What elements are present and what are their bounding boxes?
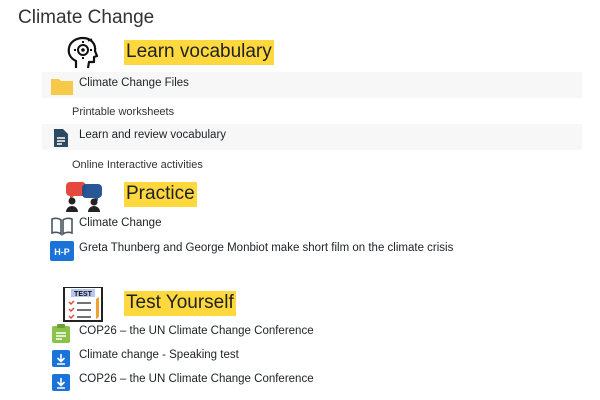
- activity-link[interactable]: Climate Change: [79, 217, 161, 229]
- section-test-yourself: TEST Test Yourself: [62, 286, 462, 323]
- assignment-icon: [50, 324, 72, 344]
- activity-link[interactable]: Climate change - Speaking test: [79, 349, 239, 361]
- section-practice: Practice: [62, 178, 462, 214]
- download-icon: [50, 372, 72, 392]
- activity-assignment[interactable]: COP26 – the UN Climate Change Conference: [42, 320, 582, 346]
- download-icon: [50, 348, 72, 368]
- label-printable-worksheets: Printable worksheets: [72, 106, 175, 118]
- activity-folder[interactable]: Climate Change Files: [42, 72, 582, 98]
- activity-link[interactable]: COP26 – the UN Climate Change Conference: [79, 373, 314, 385]
- activity-download[interactable]: COP26 – the UN Climate Change Conference: [42, 368, 582, 394]
- book-icon: [50, 216, 73, 236]
- activity-h5p[interactable]: H-P Greta Thunberg and George Monbiot ma…: [42, 237, 582, 263]
- activity-download[interactable]: Climate change - Speaking test: [42, 344, 582, 370]
- people-talking-icon: [62, 178, 106, 214]
- section-heading: Learn vocabulary: [124, 40, 274, 65]
- svg-text:H-P: H-P: [54, 247, 70, 257]
- head-gear-icon: [62, 36, 106, 72]
- activity-link[interactable]: Climate Change Files: [79, 77, 189, 89]
- h5p-icon: H-P: [50, 241, 74, 261]
- activity-link[interactable]: Learn and review vocabulary: [79, 129, 226, 141]
- page-title: Climate Change: [18, 7, 155, 28]
- activity-book[interactable]: Climate Change: [42, 212, 582, 238]
- section-heading: Practice: [124, 182, 197, 207]
- document-icon: [50, 128, 72, 148]
- test-checklist-icon: TEST: [62, 286, 106, 323]
- label-online-activities: Online Interactive activities: [72, 159, 203, 171]
- svg-text:TEST: TEST: [74, 291, 93, 298]
- activity-link[interactable]: Greta Thunberg and George Monbiot make s…: [79, 242, 453, 254]
- folder-icon: [50, 76, 73, 96]
- section-learn-vocabulary: Learn vocabulary: [62, 36, 462, 72]
- activity-page[interactable]: Learn and review vocabulary: [42, 124, 582, 150]
- section-heading: Test Yourself: [124, 291, 236, 316]
- activity-link[interactable]: COP26 – the UN Climate Change Conference: [79, 325, 314, 337]
